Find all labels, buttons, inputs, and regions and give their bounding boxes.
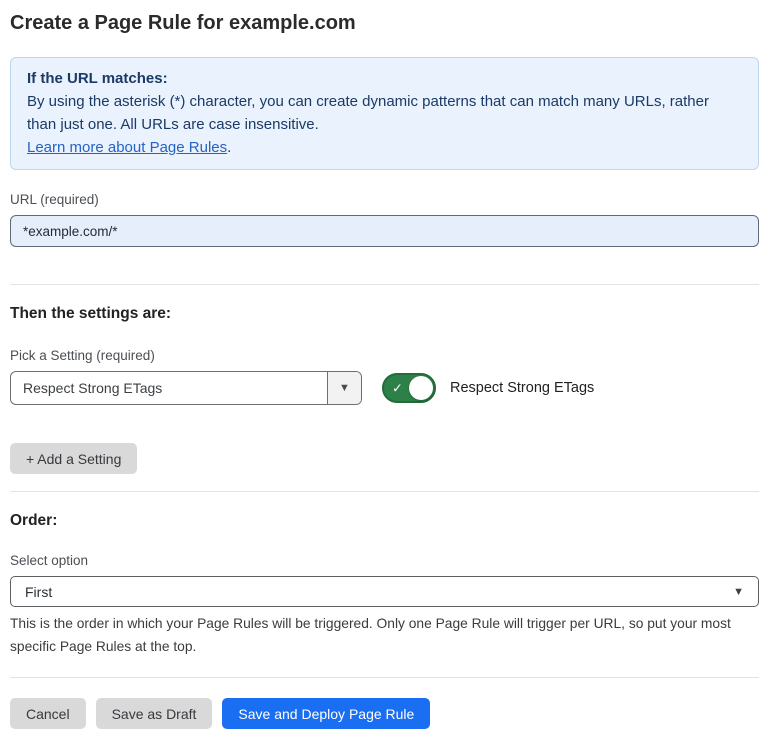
toggle-knob: [409, 376, 433, 400]
url-field-label: URL (required): [10, 192, 759, 208]
setting-select-arrow-button[interactable]: ▼: [327, 372, 361, 404]
url-match-info-box: If the URL matches: By using the asteris…: [10, 57, 759, 170]
info-box-body: By using the asterisk (*) character, you…: [27, 90, 742, 136]
etags-toggle-label: Respect Strong ETags: [450, 380, 594, 396]
footer-divider: [10, 677, 759, 678]
settings-section-heading: Then the settings are:: [10, 305, 759, 323]
order-select[interactable]: First ▼: [10, 576, 759, 607]
chevron-down-icon: ▼: [339, 382, 350, 394]
url-input[interactable]: [10, 215, 759, 247]
order-section-heading: Order:: [10, 512, 759, 530]
cancel-button[interactable]: Cancel: [10, 698, 86, 729]
setting-picker-row: Respect Strong ETags ▼ ✓ Respect Strong …: [10, 371, 759, 405]
footer-actions: Cancel Save as Draft Save and Deploy Pag…: [10, 698, 759, 729]
page-rule-form: Create a Page Rule for example.com If th…: [0, 0, 769, 745]
section-divider: [10, 491, 759, 492]
save-draft-button[interactable]: Save as Draft: [96, 698, 213, 729]
order-select-value: First: [25, 584, 733, 600]
check-icon: ✓: [392, 382, 403, 395]
pick-setting-label: Pick a Setting (required): [10, 348, 759, 364]
link-suffix: .: [227, 139, 231, 156]
add-setting-button[interactable]: + Add a Setting: [10, 443, 137, 474]
etags-toggle-group: ✓ Respect Strong ETags: [382, 373, 594, 403]
setting-select-value: Respect Strong ETags: [11, 372, 327, 404]
setting-select[interactable]: Respect Strong ETags ▼: [10, 371, 362, 405]
learn-more-link[interactable]: Learn more about Page Rules: [27, 139, 227, 156]
etags-toggle[interactable]: ✓: [382, 373, 436, 403]
order-select-label: Select option: [10, 553, 759, 569]
save-deploy-button[interactable]: Save and Deploy Page Rule: [222, 698, 430, 729]
order-help-text: This is the order in which your Page Rul…: [10, 612, 750, 658]
page-title: Create a Page Rule for example.com: [10, 12, 759, 34]
chevron-down-icon: ▼: [733, 586, 744, 598]
info-box-heading: If the URL matches:: [27, 67, 742, 90]
section-divider: [10, 284, 759, 285]
info-box-link-line: Learn more about Page Rules.: [27, 136, 742, 159]
